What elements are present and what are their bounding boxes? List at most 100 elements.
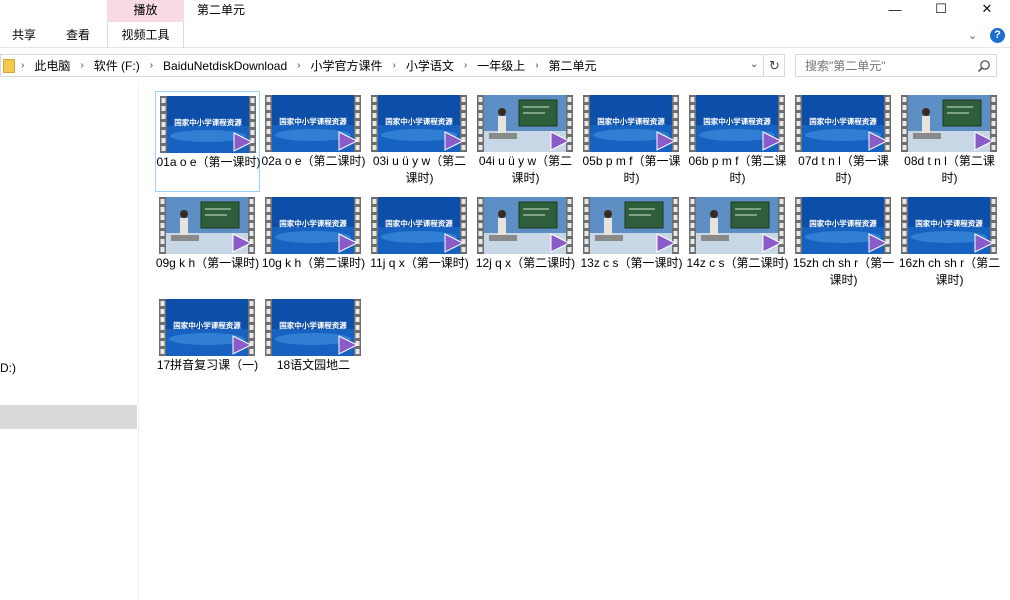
file-name: 06b p m f（第二课时) xyxy=(688,154,787,185)
file-item[interactable]: 国家中小学课程资源 01a o e（第一课时) xyxy=(155,91,261,192)
file-name: 04i u ü y w（第二课时) xyxy=(478,154,573,185)
thumb-banner-text: 国家中小学课程资源 xyxy=(703,116,771,126)
breadcrumb-unit2[interactable]: 第二单元 xyxy=(545,57,601,74)
file-item[interactable]: 国家中小学课程资源 03i u ü y w（第二课时) xyxy=(367,91,472,192)
thumb-banner-text: 国家中小学课程资源 xyxy=(279,116,347,126)
tab-view[interactable]: 查看 xyxy=(54,22,102,48)
breadcrumb-separator[interactable]: › xyxy=(15,60,30,71)
video-thumbnail: 国家中小学课程资源 xyxy=(265,197,361,254)
address-dropdown-icon[interactable]: ⌄ xyxy=(750,59,758,70)
file-name: 13z c s（第一课时) xyxy=(580,256,683,270)
thumb-banner-text: 国家中小学课程资源 xyxy=(279,218,347,228)
nav-item-selected[interactable] xyxy=(0,405,137,429)
breadcrumb-separator[interactable]: › xyxy=(74,60,89,71)
video-thumbnail: 国家中小学课程资源 xyxy=(265,95,361,152)
file-item[interactable]: 国家中小学课程资源 11j q x（第一课时) xyxy=(367,193,472,294)
breadcrumb-separator[interactable]: › xyxy=(386,60,401,71)
search-box[interactable] xyxy=(795,54,997,77)
video-thumbnail: 国家中小学课程资源 xyxy=(371,197,467,254)
file-name: 03i u ü y w（第二课时) xyxy=(372,154,467,185)
file-name: 09g k h（第一课时) xyxy=(155,256,260,270)
video-thumbnail xyxy=(901,95,997,152)
help-icon[interactable]: ? xyxy=(990,28,1005,43)
file-item[interactable]: 国家中小学课程资源 15zh ch sh r（第一课时) xyxy=(791,193,896,294)
video-thumbnail xyxy=(477,197,573,254)
tab-share[interactable]: 共享 xyxy=(0,22,48,48)
folder-icon xyxy=(3,58,15,73)
breadcrumb-chinese[interactable]: 小学语文 xyxy=(402,57,458,74)
file-name: 07d t n l（第一课时) xyxy=(798,154,889,185)
ribbon-tabs: 共享 查看 视频工具 xyxy=(0,22,1010,48)
breadcrumb-separator[interactable]: › xyxy=(529,60,544,71)
video-thumbnail xyxy=(477,95,573,152)
tab-video-tools[interactable]: 视频工具 xyxy=(107,22,184,48)
thumb-banner-text: 国家中小学课程资源 xyxy=(173,320,241,330)
file-item[interactable]: 14z c s（第二课时) xyxy=(685,193,790,294)
address-row: › 此电脑 › 软件 (F:) › BaiduNetdiskDownload ›… xyxy=(0,52,1010,80)
refresh-button[interactable]: ↻ xyxy=(765,54,785,77)
file-name: 15zh ch sh r（第一课时) xyxy=(792,256,895,287)
breadcrumb-grade1[interactable]: 一年级上 xyxy=(473,57,529,74)
breadcrumb-drive-f[interactable]: 软件 (F:) xyxy=(90,57,144,74)
video-thumbnail: 国家中小学课程资源 xyxy=(689,95,785,152)
breadcrumb-separator[interactable]: › xyxy=(291,60,306,71)
file-item[interactable]: 国家中小学课程资源 06b p m f（第二课时) xyxy=(685,91,790,192)
breadcrumb-this-pc[interactable]: 此电脑 xyxy=(30,57,74,74)
video-thumbnail xyxy=(159,197,255,254)
file-grid[interactable]: 国家中小学课程资源 01a o e（第一课时) 国家中小学课程资源 02a o e（第… xyxy=(155,91,1005,596)
file-item[interactable]: 国家中小学课程资源 07d t n l（第一课时) xyxy=(791,91,896,192)
file-name: 08d t n l（第二课时) xyxy=(904,154,995,185)
file-item[interactable]: 04i u ü y w（第二课时) xyxy=(473,91,578,192)
file-name: 18语文园地二 xyxy=(276,358,351,372)
file-name: 12j q x（第二课时) xyxy=(475,256,576,270)
file-name: 05b p m f（第一课时) xyxy=(582,154,681,185)
breadcrumb-official[interactable]: 小学官方课件 xyxy=(306,57,386,74)
search-input[interactable] xyxy=(796,55,976,76)
video-thumbnail: 国家中小学课程资源 xyxy=(371,95,467,152)
file-item[interactable]: 国家中小学课程资源 05b p m f（第一课时) xyxy=(579,91,684,192)
navigation-pane[interactable]: D:) xyxy=(0,84,139,600)
file-name: 02a o e（第二课时) xyxy=(261,154,366,168)
file-item[interactable]: 国家中小学课程资源 17拼音复习课（一) xyxy=(155,295,260,396)
close-button[interactable]: ✕ xyxy=(964,0,1010,18)
file-item[interactable]: 国家中小学课程资源 18语文园地二 xyxy=(261,295,366,396)
video-thumbnail xyxy=(689,197,785,254)
thumb-banner-text: 国家中小学课程资源 xyxy=(385,116,453,126)
video-thumbnail: 国家中小学课程资源 xyxy=(901,197,997,254)
file-item[interactable]: 12j q x（第二课时) xyxy=(473,193,578,294)
thumb-banner-text: 国家中小学课程资源 xyxy=(915,218,983,228)
file-name: 14z c s（第二课时) xyxy=(686,256,789,270)
file-item[interactable]: 国家中小学课程资源 16zh ch sh r（第二课时) xyxy=(897,193,1002,294)
video-thumbnail xyxy=(583,197,679,254)
thumb-banner-text: 国家中小学课程资源 xyxy=(809,116,877,126)
video-thumbnail: 国家中小学课程资源 xyxy=(159,299,255,356)
file-item[interactable]: 13z c s（第一课时) xyxy=(579,193,684,294)
video-thumbnail: 国家中小学课程资源 xyxy=(265,299,361,356)
search-icon[interactable] xyxy=(977,59,991,73)
file-item[interactable]: 国家中小学课程资源 02a o e（第二课时) xyxy=(261,91,366,192)
thumb-banner-text: 国家中小学课程资源 xyxy=(174,117,242,127)
thumb-banner-text: 国家中小学课程资源 xyxy=(385,218,453,228)
nav-item-drive-d[interactable]: D:) xyxy=(0,361,16,375)
video-thumbnail: 国家中小学课程资源 xyxy=(583,95,679,152)
chevron-down-icon[interactable]: ⌄ xyxy=(968,29,977,42)
video-thumbnail: 国家中小学课程资源 xyxy=(795,197,891,254)
thumb-banner-text: 国家中小学课程资源 xyxy=(809,218,877,228)
file-name: 16zh ch sh r（第二课时) xyxy=(898,256,1001,287)
breadcrumb-separator[interactable]: › xyxy=(144,60,159,71)
file-name: 11j q x（第一课时) xyxy=(370,256,469,270)
maximize-button[interactable]: ☐ xyxy=(918,0,964,18)
minimize-button[interactable]: — xyxy=(872,0,918,18)
file-item[interactable]: 国家中小学课程资源 10g k h（第二课时) xyxy=(261,193,366,294)
address-bar[interactable]: › 此电脑 › 软件 (F:) › BaiduNetdiskDownload ›… xyxy=(0,54,764,77)
video-thumbnail: 国家中小学课程资源 xyxy=(160,96,256,153)
thumb-banner-text: 国家中小学课程资源 xyxy=(597,116,665,126)
context-tab-play[interactable]: 播放 xyxy=(107,0,184,22)
file-name: 01a o e（第一课时) xyxy=(156,155,261,169)
video-thumbnail: 国家中小学课程资源 xyxy=(795,95,891,152)
breadcrumb-separator[interactable]: › xyxy=(458,60,473,71)
file-item[interactable]: 08d t n l（第二课时) xyxy=(897,91,1002,192)
file-item[interactable]: 09g k h（第一课时) xyxy=(155,193,260,294)
breadcrumb-baidu[interactable]: BaiduNetdiskDownload xyxy=(159,59,291,73)
file-name: 17拼音复习课（一) xyxy=(156,358,259,372)
